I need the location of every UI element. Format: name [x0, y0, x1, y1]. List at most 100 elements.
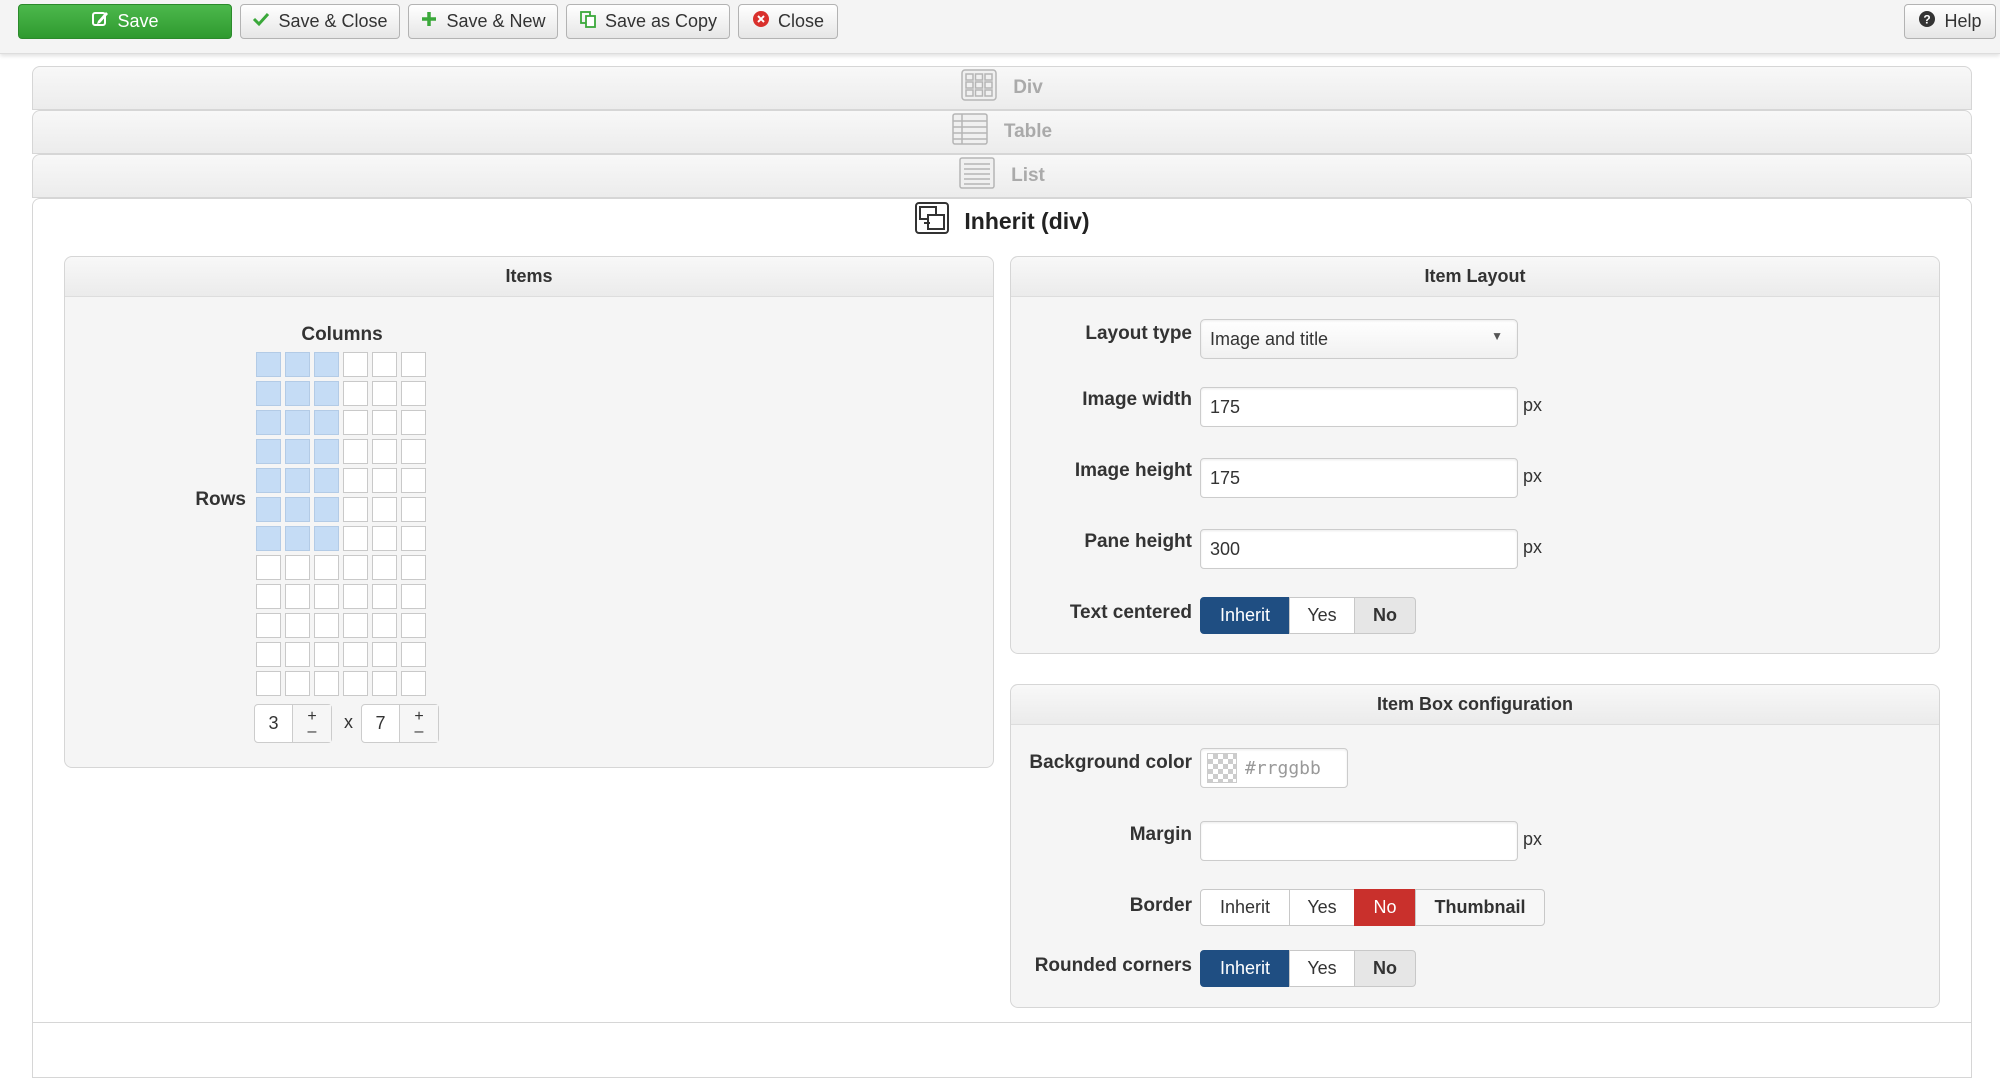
columns-decrement[interactable]: – — [308, 723, 317, 739]
grid-cell[interactable] — [314, 439, 339, 464]
grid-cell[interactable] — [401, 497, 426, 522]
grid-cell[interactable] — [314, 671, 339, 696]
grid-cell[interactable] — [285, 381, 310, 406]
grid-cell[interactable] — [372, 526, 397, 551]
grid-cell[interactable] — [372, 671, 397, 696]
grid-cell[interactable] — [256, 526, 281, 551]
grid-cell[interactable] — [256, 671, 281, 696]
grid-cell[interactable] — [343, 468, 368, 493]
grid-cell[interactable] — [343, 671, 368, 696]
grid-cell[interactable] — [401, 642, 426, 667]
layout-type-select[interactable]: Image and title ▼ — [1200, 319, 1518, 359]
grid-cell[interactable] — [343, 497, 368, 522]
grid-cell[interactable] — [285, 526, 310, 551]
grid-cell[interactable] — [343, 381, 368, 406]
grid-cell[interactable] — [372, 555, 397, 580]
grid-cell[interactable] — [343, 613, 368, 638]
grid-cell[interactable] — [285, 497, 310, 522]
background-color-input[interactable]: #rrggbb — [1200, 748, 1348, 788]
grid-cell[interactable] — [314, 381, 339, 406]
grid-cell[interactable] — [343, 439, 368, 464]
save-new-button[interactable]: Save & New — [408, 4, 558, 39]
grid-cell[interactable] — [401, 555, 426, 580]
grid-cell[interactable] — [285, 584, 310, 609]
help-button[interactable]: ? Help — [1904, 4, 1996, 39]
grid-cell[interactable] — [401, 410, 426, 435]
grid-cell[interactable] — [343, 352, 368, 377]
rounded-corners-toggle[interactable]: Inherit Yes No — [1200, 950, 1416, 987]
grid-cell[interactable] — [343, 642, 368, 667]
columns-increment[interactable]: + — [307, 708, 316, 724]
text-centered-inherit[interactable]: Inherit — [1200, 597, 1290, 634]
grid-cell[interactable] — [372, 439, 397, 464]
grid-cell[interactable] — [314, 555, 339, 580]
grid-cell[interactable] — [256, 642, 281, 667]
grid-cell[interactable] — [401, 381, 426, 406]
save-button[interactable]: Save — [18, 4, 232, 39]
grid-cell[interactable] — [314, 642, 339, 667]
grid-cell[interactable] — [256, 613, 281, 638]
rows-decrement[interactable]: – — [415, 723, 424, 739]
grid-cell[interactable] — [401, 352, 426, 377]
image-width-input[interactable]: 175 — [1200, 387, 1518, 427]
grid-cell[interactable] — [372, 352, 397, 377]
grid-cell[interactable] — [401, 671, 426, 696]
grid-cell[interactable] — [314, 526, 339, 551]
grid-cell[interactable] — [372, 584, 397, 609]
text-centered-no[interactable]: No — [1354, 597, 1416, 634]
grid-cell[interactable] — [372, 410, 397, 435]
grid-cell[interactable] — [401, 584, 426, 609]
grid-cell[interactable] — [314, 613, 339, 638]
close-button[interactable]: Close — [738, 4, 838, 39]
tab-inherit[interactable]: Inherit (div) — [33, 199, 1971, 243]
grid-cell[interactable] — [372, 381, 397, 406]
border-toggle[interactable]: Inherit Yes No Thumbnail — [1200, 889, 1545, 926]
grid-cell[interactable] — [343, 555, 368, 580]
grid-cell[interactable] — [256, 381, 281, 406]
border-no[interactable]: No — [1354, 889, 1416, 926]
grid-cell[interactable] — [343, 584, 368, 609]
grid-cell[interactable] — [343, 410, 368, 435]
border-inherit[interactable]: Inherit — [1200, 889, 1290, 926]
grid-cell[interactable] — [401, 439, 426, 464]
grid-cell[interactable] — [401, 613, 426, 638]
grid-cell[interactable] — [285, 642, 310, 667]
save-close-button[interactable]: Save & Close — [240, 4, 400, 39]
rounded-yes[interactable]: Yes — [1289, 950, 1355, 987]
save-copy-button[interactable]: Save as Copy — [566, 4, 730, 39]
grid-cell[interactable] — [256, 439, 281, 464]
grid-cell[interactable] — [285, 468, 310, 493]
grid-cell[interactable] — [314, 497, 339, 522]
grid-cell[interactable] — [372, 642, 397, 667]
grid-cell[interactable] — [285, 613, 310, 638]
grid-cell[interactable] — [314, 352, 339, 377]
grid-cell[interactable] — [256, 410, 281, 435]
border-yes[interactable]: Yes — [1289, 889, 1355, 926]
rounded-inherit[interactable]: Inherit — [1200, 950, 1290, 987]
text-centered-yes[interactable]: Yes — [1289, 597, 1355, 634]
grid-cell[interactable] — [314, 468, 339, 493]
grid-cell[interactable] — [285, 555, 310, 580]
grid-cell[interactable] — [285, 439, 310, 464]
tab-table[interactable]: Table — [32, 110, 1972, 154]
grid-cell[interactable] — [401, 468, 426, 493]
grid-cell[interactable] — [314, 584, 339, 609]
columns-value[interactable]: 3 — [255, 705, 293, 742]
grid-cell[interactable] — [256, 497, 281, 522]
columns-stepper[interactable]: 3 + – — [254, 704, 332, 743]
grid-cell[interactable] — [285, 671, 310, 696]
grid-cell[interactable] — [256, 352, 281, 377]
grid-cell[interactable] — [401, 526, 426, 551]
grid-cell[interactable] — [256, 468, 281, 493]
text-centered-toggle[interactable]: Inherit Yes No — [1200, 597, 1416, 634]
margin-input[interactable] — [1200, 821, 1518, 861]
grid-cell[interactable] — [372, 613, 397, 638]
grid-cell[interactable] — [372, 468, 397, 493]
grid-cell[interactable] — [256, 555, 281, 580]
tab-div[interactable]: Div — [32, 66, 1972, 110]
grid-cell[interactable] — [314, 410, 339, 435]
grid-cell[interactable] — [256, 584, 281, 609]
grid-cell[interactable] — [285, 410, 310, 435]
rows-stepper[interactable]: 7 + – — [361, 704, 439, 743]
tab-list[interactable]: List — [32, 154, 1972, 198]
